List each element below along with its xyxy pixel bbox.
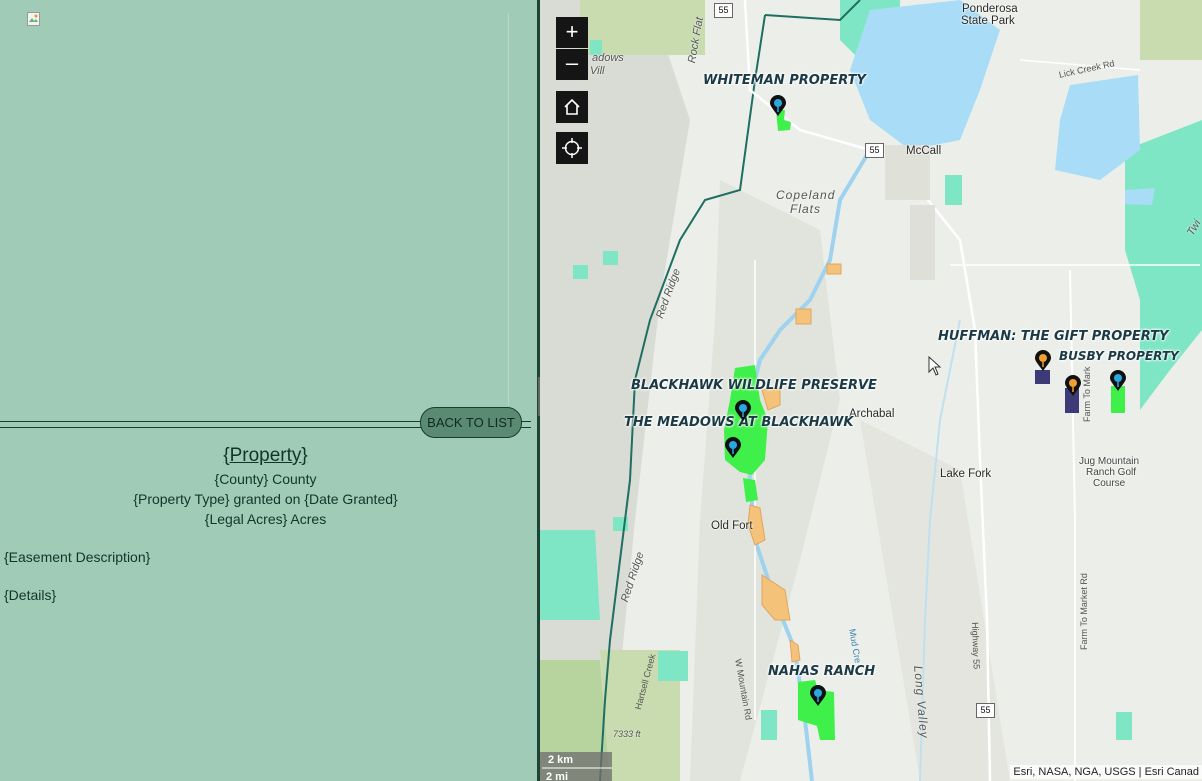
broken-image-icon <box>27 12 40 26</box>
map-pin-icon[interactable] <box>1109 370 1127 392</box>
map-pin-icon[interactable] <box>769 95 787 117</box>
home-icon <box>564 98 580 115</box>
property-label-nahas[interactable]: NAHAS RANCH <box>768 664 875 679</box>
map-attribution[interactable]: Esri, NASA, NGA, USGS | Esri Canad <box>1010 765 1202 779</box>
road-label: Farm To Market Rd <box>1079 573 1089 650</box>
scale-bar: 2 km 2 mi <box>540 752 612 781</box>
place-label: Vill <box>590 65 605 77</box>
road-label: Farm To Mark <box>1082 366 1092 422</box>
property-type-line: {Property Type} granted on {Date Granted… <box>133 491 398 507</box>
locate-button[interactable] <box>556 132 588 164</box>
property-title[interactable]: {Property} <box>0 445 531 467</box>
place-label: Copeland <box>776 188 836 202</box>
property-label-whiteman[interactable]: WHITEMAN PROPERTY <box>703 73 866 88</box>
mouse-cursor-icon <box>928 356 942 376</box>
place-label: Archabal <box>849 408 895 420</box>
acres-line: {Legal Acres} Acres <box>204 511 327 527</box>
details-text: {Details} <box>4 587 57 603</box>
county-line: {County} County <box>214 471 317 487</box>
zoom-out-button[interactable]: – <box>556 49 588 80</box>
place-label: Ponderosa <box>962 3 1018 15</box>
road-label: Highway 55 <box>970 622 982 670</box>
scale-km: 2 km <box>548 754 574 766</box>
place-label: 7333 ft <box>613 729 641 739</box>
highway-shield: 55 <box>865 143 884 158</box>
home-button[interactable] <box>556 91 588 123</box>
property-label-blackhawk[interactable]: BLACKHAWK WILDLIFE PRESERVE <box>631 378 877 393</box>
crosshair-icon <box>562 138 582 158</box>
highway-shield: 55 <box>714 3 733 18</box>
map-view[interactable]: + – Ponderosa State Park McCall Copeland… <box>540 0 1202 781</box>
place-label: Course <box>1093 478 1126 489</box>
map-pin-icon[interactable] <box>734 400 752 422</box>
place-label: State Park <box>961 15 1015 27</box>
map-pin-icon[interactable] <box>809 685 827 707</box>
map-pin-icon[interactable] <box>724 437 742 459</box>
property-info: {Property} {County} County {Property Typ… <box>0 445 531 603</box>
place-label: Lake Fork <box>940 468 992 480</box>
highway-shield: 55 <box>976 703 995 718</box>
place-label: Flats <box>790 202 822 216</box>
map-pin-icon[interactable] <box>1034 350 1052 372</box>
detail-panel: BACK TO LIST {Property} {County} County … <box>0 0 537 781</box>
place-label: Jug Mountain <box>1079 456 1140 467</box>
map-pin-icon[interactable] <box>1064 375 1082 397</box>
property-label-huffman[interactable]: HUFFMAN: THE GIFT PROPERTY <box>938 329 1168 344</box>
scale-mi: 2 mi <box>546 771 569 781</box>
place-label: Ranch Golf <box>1086 467 1137 478</box>
zoom-in-button[interactable]: + <box>556 17 588 48</box>
property-image-frame <box>28 13 509 405</box>
easement-description: {Easement Description} <box>4 549 151 565</box>
property-label-busby[interactable]: BUSBY PROPERTY <box>1059 349 1179 363</box>
place-label: Old Fort <box>711 520 753 532</box>
back-to-list-button[interactable]: BACK TO LIST <box>420 407 522 438</box>
place-label: adows <box>592 52 624 64</box>
place-label: McCall <box>906 145 942 157</box>
